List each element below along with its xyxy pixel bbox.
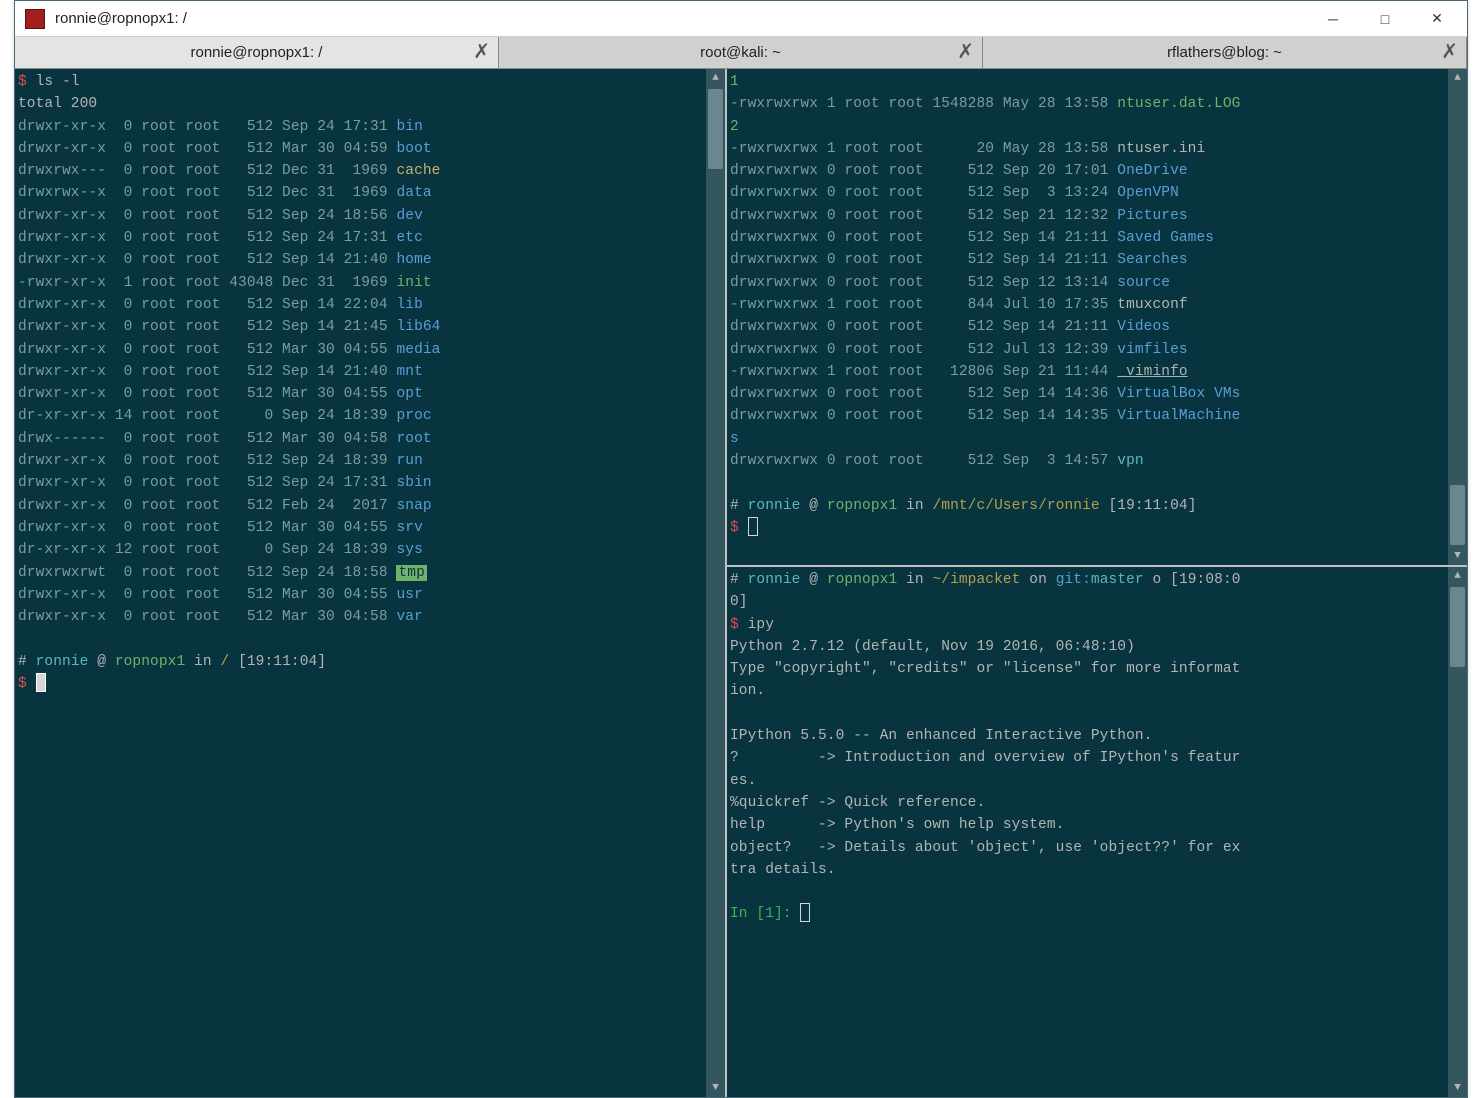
scrollbar[interactable]: ▲ ▼ — [706, 69, 725, 1097]
tab-close-icon[interactable]: ✗ — [473, 39, 490, 64]
terminal-top[interactable]: 1 -rwxrwxrwx 1 root root 1548288 May 28 … — [730, 71, 1467, 565]
scroll-thumb[interactable] — [1450, 485, 1465, 545]
scroll-down-icon[interactable]: ▼ — [1448, 547, 1467, 565]
scroll-up-icon[interactable]: ▲ — [1448, 69, 1467, 87]
right-panes: 1 -rwxrwxrwx 1 root root 1548288 May 28 … — [725, 69, 1467, 1097]
scroll-thumb[interactable] — [708, 89, 723, 169]
scroll-down-icon[interactable]: ▼ — [706, 1079, 725, 1097]
scrollbar[interactable]: ▲ ▼ — [1448, 69, 1467, 565]
scrollbar[interactable]: ▲ ▼ — [1448, 567, 1467, 1097]
left-pane[interactable]: $ ls -l total 200 drwxr-xr-x 0 root root… — [15, 69, 725, 1097]
window-title: ronnie@ropnopx1: / — [55, 10, 1307, 27]
scroll-up-icon[interactable]: ▲ — [706, 69, 725, 87]
minimize-button[interactable]: ─ — [1307, 2, 1359, 36]
app-window: ronnie@ropnopx1: / ─ □ ✕ ronnie@ropnopx1… — [14, 0, 1468, 1098]
top-right-pane[interactable]: 1 -rwxrwxrwx 1 root root 1548288 May 28 … — [727, 69, 1467, 567]
terminal-bottom[interactable]: # ronnie @ ropnopx1 in ~/impacket on git… — [730, 569, 1467, 1097]
tab-close-icon[interactable]: ✗ — [957, 39, 974, 64]
titlebar[interactable]: ronnie@ropnopx1: / ─ □ ✕ — [15, 1, 1467, 37]
scroll-up-icon[interactable]: ▲ — [1448, 567, 1467, 585]
tab-1[interactable]: ronnie@ropnopx1: / ✗ — [15, 37, 499, 68]
scroll-down-icon[interactable]: ▼ — [1448, 1079, 1467, 1097]
app-icon — [25, 9, 45, 29]
terminal-left[interactable]: $ ls -l total 200 drwxr-xr-x 0 root root… — [18, 71, 725, 1097]
tab-2[interactable]: root@kali: ~ ✗ — [499, 37, 983, 68]
tab-label: root@kali: ~ — [700, 44, 781, 61]
panes: $ ls -l total 200 drwxr-xr-x 0 root root… — [15, 69, 1467, 1097]
tab-3[interactable]: rflathers@blog: ~ ✗ — [983, 37, 1467, 68]
maximize-button[interactable]: □ — [1359, 2, 1411, 36]
close-button[interactable]: ✕ — [1411, 2, 1463, 36]
tab-close-icon[interactable]: ✗ — [1441, 39, 1458, 64]
scroll-thumb[interactable] — [1450, 587, 1465, 667]
bottom-right-pane[interactable]: # ronnie @ ropnopx1 in ~/impacket on git… — [727, 567, 1467, 1097]
tab-label: ronnie@ropnopx1: / — [191, 44, 323, 61]
tab-bar: ronnie@ropnopx1: / ✗ root@kali: ~ ✗ rfla… — [15, 37, 1467, 69]
tab-label: rflathers@blog: ~ — [1167, 44, 1282, 61]
